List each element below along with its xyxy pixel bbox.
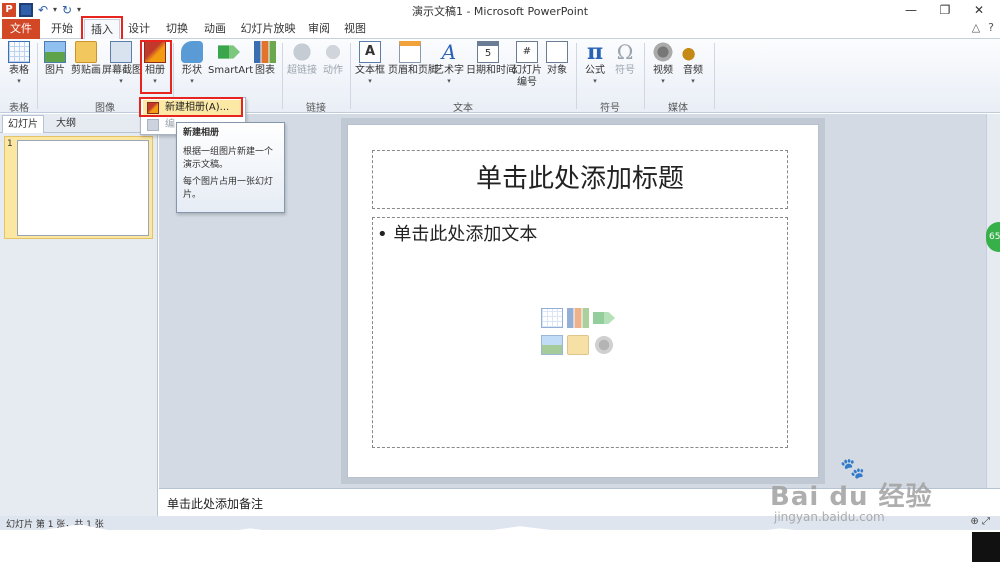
group-label-table: 表格 [9,103,29,114]
slide-editor: 单击此处添加标题 • 单击此处添加文本 [159,114,1000,488]
date-time-icon: 5 [477,41,499,63]
shapes-button[interactable]: 形状 ▾ [178,41,206,85]
video-button[interactable]: 视频 ▾ [650,41,676,85]
symbol-icon: Ω [616,40,634,64]
restore-button[interactable]: ❐ [928,0,962,20]
textbox-icon: A [359,41,381,63]
content-placeholder[interactable]: • 单击此处添加文本 [372,217,788,448]
object-button[interactable]: 对象 [544,41,570,77]
insert-smartart-icon[interactable] [593,312,615,324]
slides-pane: 幻灯片 大纲 ✕ 1 [0,114,158,516]
group-label-links: 链接 [306,103,326,114]
slide-thumbnail[interactable] [17,140,149,236]
audio-icon [682,41,704,63]
group-label-media: 媒体 [668,103,688,114]
slide-thumbnail-item[interactable]: 1 [4,136,153,239]
watermark-brand: Bai du 经验 [770,482,933,512]
clipart-icon [75,41,97,63]
screenshot-button[interactable]: 屏幕截图 ▾ [102,41,142,85]
tab-transitions[interactable]: 切换 [160,19,194,39]
tab-animations[interactable]: 动画 [198,19,232,39]
object-icon [546,41,568,63]
equation-icon: π [586,39,604,65]
hyperlink-button[interactable]: 超链接 [286,41,318,77]
insert-clipart-icon[interactable] [567,335,589,355]
edit-album-icon [147,119,159,131]
tab-outline[interactable]: 大纲 [46,115,86,133]
smartart-icon [218,45,240,59]
slide-canvas[interactable]: 单击此处添加标题 • 单击此处添加文本 [347,124,819,478]
album-button-highlight [140,40,172,94]
black-corner [972,532,1000,562]
group-label-text: 文本 [453,103,473,114]
minimize-button[interactable]: — [894,0,928,20]
ribbon-tabs: 文件 开始 插入 设计 切换 动画 幻灯片放映 审阅 视图 △ ? [0,19,1000,40]
tooltip-line-2: 每个图片占用一张幻灯片。 [183,177,274,200]
tab-home[interactable]: 开始 [44,19,80,39]
picture-icon [44,41,66,63]
help-icon[interactable]: ? [988,21,994,34]
title-placeholder[interactable]: 单击此处添加标题 [372,150,788,209]
header-footer-icon [399,41,421,63]
audio-button[interactable]: 音频 ▾ [680,41,706,85]
textbox-button[interactable]: A 文本框 ▾ [354,41,386,85]
hyperlink-icon [291,41,313,63]
tab-design[interactable]: 设计 [122,19,156,39]
tooltip-title: 新建相册 [183,128,220,138]
picture-button[interactable]: 图片 [42,41,68,77]
slide-number-icon: # [516,41,538,63]
fit-to-window-icon[interactable]: ⤢ [982,516,990,527]
video-icon [652,41,674,63]
header-footer-button[interactable]: 页眉和页脚 [388,41,438,77]
tab-file[interactable]: 文件 [2,19,40,39]
close-button[interactable]: ✕ [962,0,996,20]
action-button[interactable]: 动作 [320,41,346,77]
tab-review[interactable]: 审阅 [302,19,336,39]
notes-placeholder: 单击此处添加备注 [167,497,264,511]
insert-picture-icon[interactable] [541,335,563,355]
screenshot-icon [110,41,132,63]
content-icons [541,308,621,358]
symbol-button[interactable]: Ω 符号 [612,41,638,77]
wordart-icon: A [441,40,457,64]
vertical-scrollbar[interactable] [986,114,1000,488]
group-label-symbols: 符号 [600,103,620,114]
wordart-button[interactable]: A 艺术字 ▾ [434,41,464,85]
tab-view[interactable]: 视图 [338,19,372,39]
minimize-ribbon-icon[interactable]: △ [972,21,980,34]
action-icon [322,41,344,63]
title-bar: P ↶ ▾ ↻ ▾ 演示文稿1 - Microsoft PowerPoint —… [0,0,1000,20]
tab-slides[interactable]: 幻灯片 [2,115,44,133]
new-album-tooltip: 新建相册 根据一组图片新建一个演示文稿。 每个图片占用一张幻灯片。 [176,122,285,213]
equation-button[interactable]: π 公式 ▾ [582,41,608,85]
content-placeholder-text: • 单击此处添加文本 [377,224,538,245]
shapes-icon [181,41,203,63]
chart-button[interactable]: 图表 [252,41,278,77]
table-button[interactable]: 表格 ▾ [4,41,34,85]
chart-icon [254,41,276,63]
insert-table-icon[interactable] [541,308,563,328]
window-title: 演示文稿1 - Microsoft PowerPoint [411,5,589,18]
tab-slideshow[interactable]: 幻灯片放映 [236,19,300,39]
date-time-button[interactable]: 5 日期和时间 [466,41,516,77]
tooltip-line-1: 根据一组图片新建一个演示文稿。 [183,147,274,170]
insert-tab-highlight [81,16,123,41]
insert-chart-icon[interactable] [567,308,589,328]
watermark-url: jingyan.baidu.com [774,510,885,524]
slide-number: 1 [7,139,13,149]
table-icon [8,41,30,63]
smartart-button[interactable]: SmartArt [208,41,253,77]
baidu-watermark: 🐾 Bai du 经验 jingyan.baidu.com [760,456,980,524]
slide-number-button[interactable]: # 幻灯片 编号 [512,41,542,89]
new-album-highlight [139,97,243,117]
clipart-button[interactable]: 剪贴画 [70,41,102,77]
insert-media-icon[interactable] [593,335,615,355]
